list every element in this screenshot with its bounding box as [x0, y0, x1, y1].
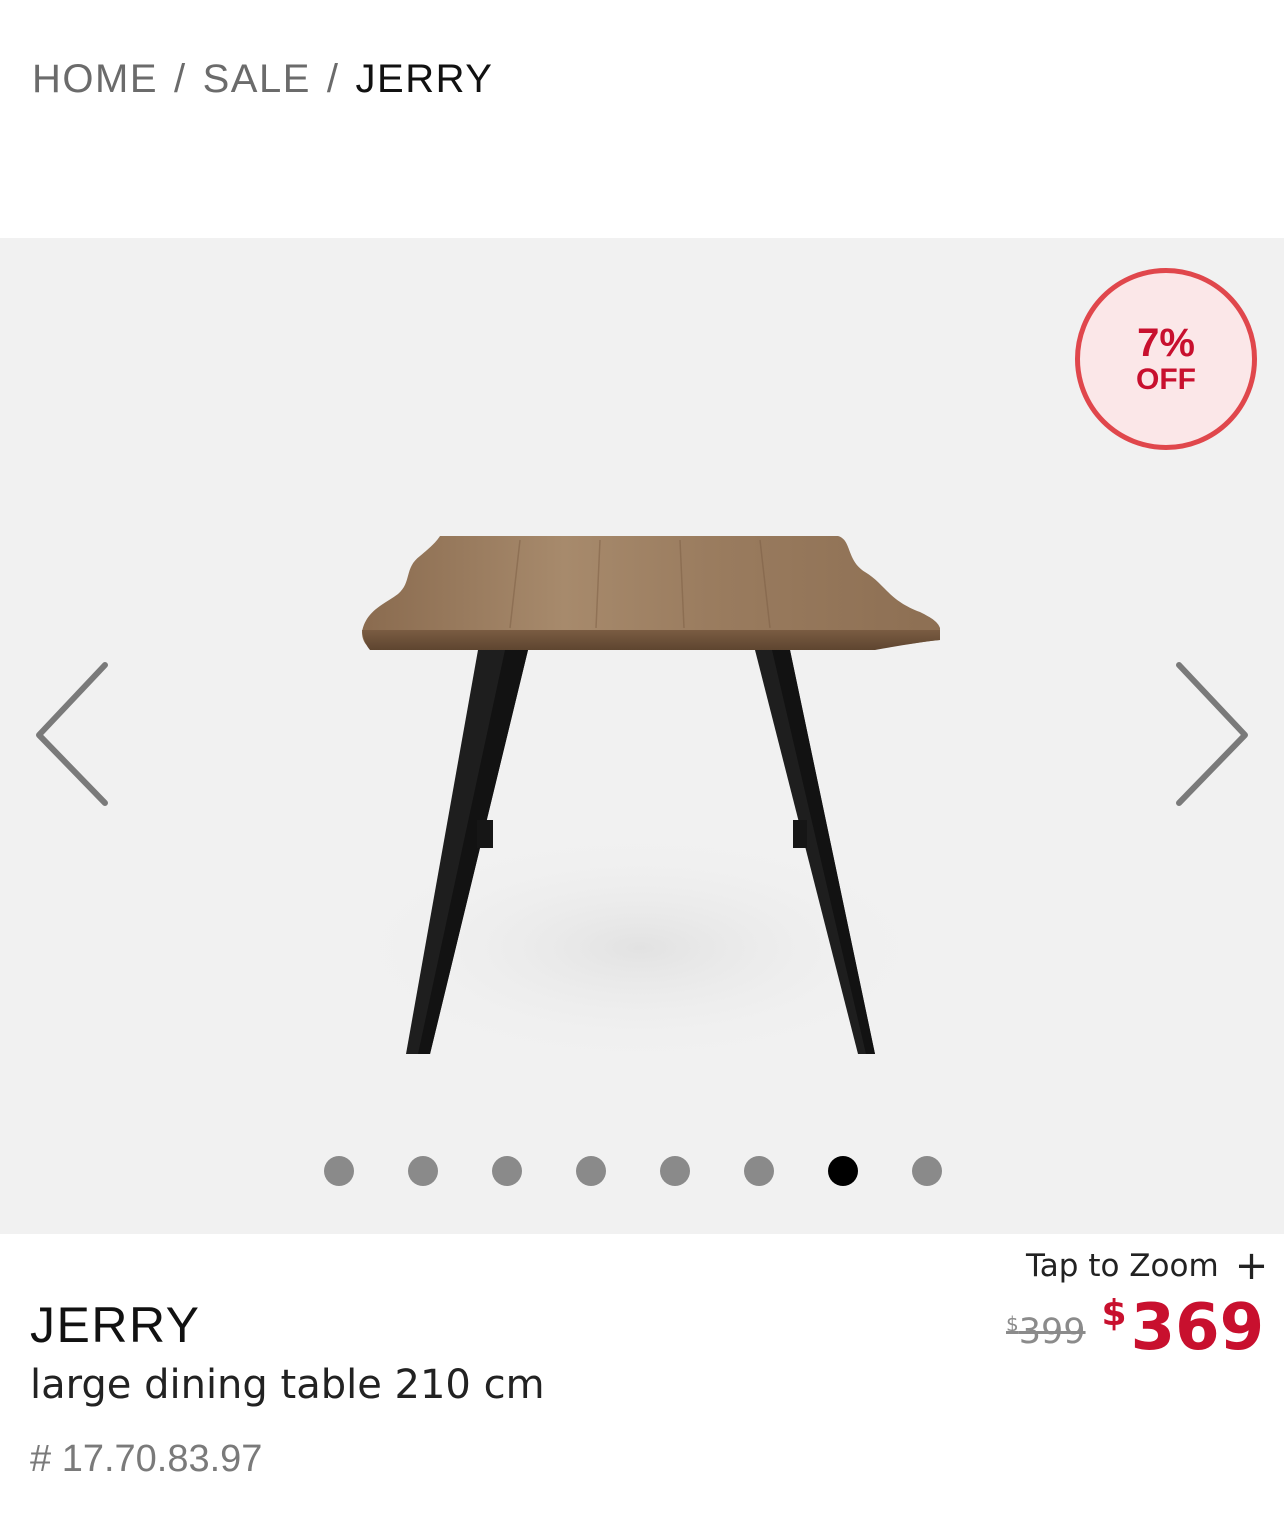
carousel-dot-active[interactable] — [828, 1156, 858, 1186]
breadcrumb-separator: / — [326, 56, 340, 101]
product-name: JERRY — [30, 1297, 201, 1353]
carousel-dot[interactable] — [744, 1156, 774, 1186]
breadcrumb-sale[interactable]: SALE — [203, 57, 311, 102]
breadcrumb-separator: / — [174, 56, 187, 101]
chevron-right-icon — [1176, 662, 1248, 806]
carousel-dot[interactable] — [408, 1156, 438, 1186]
carousel-dot[interactable] — [912, 1156, 942, 1186]
discount-label: OFF — [1136, 363, 1196, 396]
product-gallery[interactable]: 7% OFF — [0, 238, 1284, 1234]
breadcrumb-current: JERRY — [355, 56, 494, 101]
carousel-dot[interactable] — [324, 1156, 354, 1186]
previous-image-button[interactable] — [26, 658, 116, 814]
plus-icon: + — [1234, 1243, 1269, 1289]
zoom-label: Tap to Zoom — [1026, 1248, 1219, 1284]
next-image-button[interactable] — [1168, 658, 1258, 814]
carousel-dot[interactable] — [576, 1156, 606, 1186]
carousel-dots — [324, 1156, 942, 1186]
product-description: large dining table 210 cm — [30, 1362, 545, 1408]
price-block: $399 $369 — [1006, 1291, 1265, 1365]
breadcrumb-home[interactable]: HOME — [32, 57, 158, 102]
chevron-left-icon — [36, 662, 108, 806]
product-sku: # 17.70.83.97 — [30, 1438, 263, 1480]
sale-price: $369 — [1101, 1291, 1265, 1365]
carousel-dot[interactable] — [660, 1156, 690, 1186]
carousel-dot[interactable] — [492, 1156, 522, 1186]
discount-percent: 7% — [1137, 321, 1195, 365]
discount-badge: 7% OFF — [1075, 268, 1257, 450]
original-price: $399 — [1006, 1312, 1086, 1352]
breadcrumb: HOME / SALE / JERRY — [32, 52, 493, 106]
tap-to-zoom-button[interactable]: Tap to Zoom + — [1026, 1244, 1268, 1288]
